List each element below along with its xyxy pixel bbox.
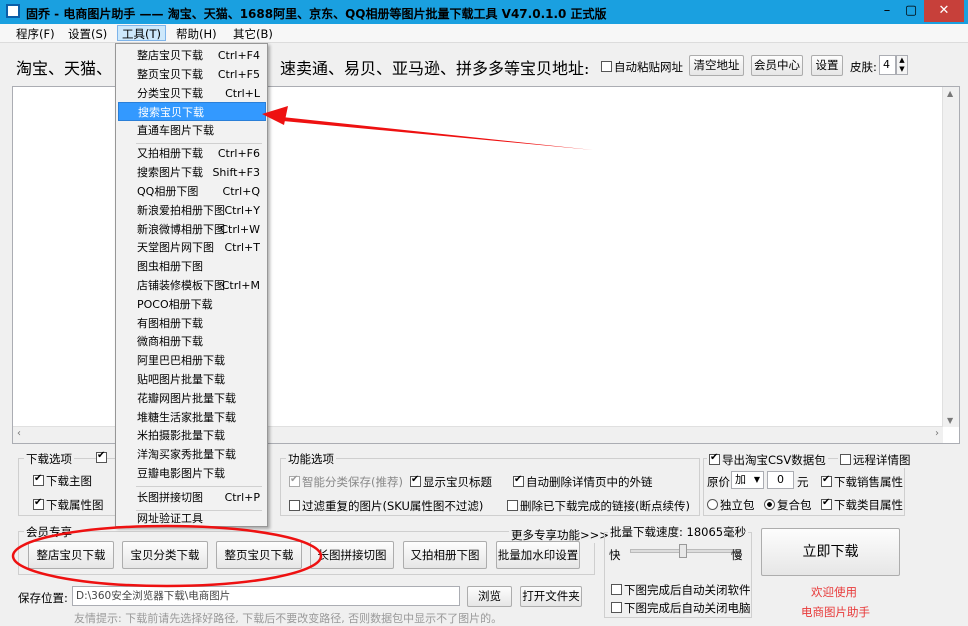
annotation-arrow-shaft — [282, 117, 593, 150]
annotation-arrow-head — [262, 106, 288, 125]
annotation-overlay — [11, 106, 593, 588]
annotation-ellipse — [11, 524, 323, 588]
